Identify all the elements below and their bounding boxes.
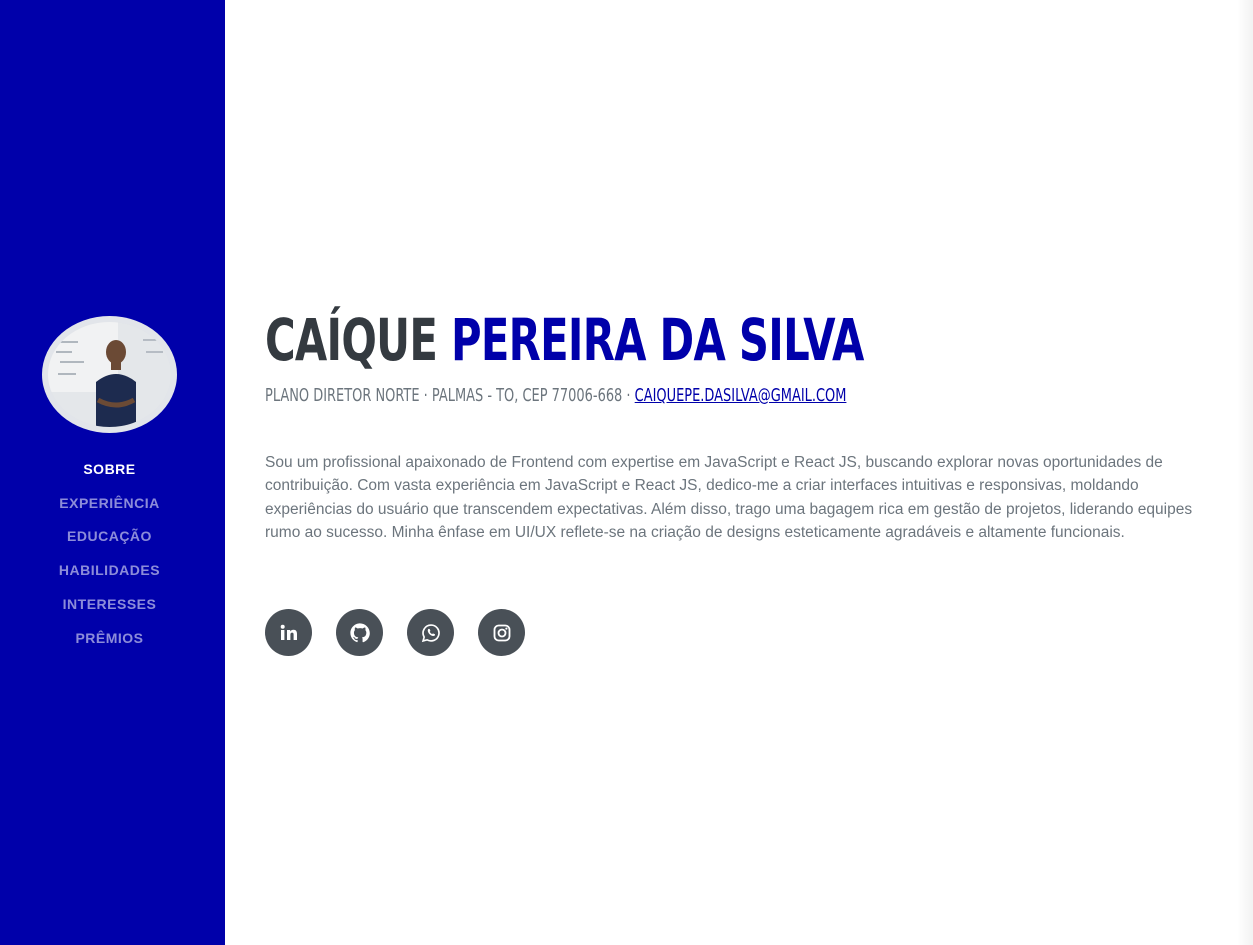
whatsapp-icon [421,623,440,642]
github-icon [349,622,370,642]
nav-item-interesses[interactable]: INTERESSES [0,587,219,621]
nav-item-habilidades[interactable]: HABILIDADES [0,553,219,587]
scrollbar-edge [1237,0,1253,945]
avatar [42,316,177,433]
linkedin-icon [280,624,297,640]
instagram-button[interactable] [478,609,525,656]
address-text: PLANO DIRETOR NORTE · PALMAS - TO, CEP 7… [265,385,631,406]
github-button[interactable] [336,609,383,656]
linkedin-button[interactable] [265,609,312,656]
sidebar: SOBRE EXPERIÊNCIA EDUCAÇÃO HABILIDADES I… [0,0,225,945]
nav-item-sobre[interactable]: SOBRE [0,452,219,486]
email-link[interactable]: CAIQUEPE.DASILVA@GMAIL.COM [635,385,847,406]
first-name: CAÍQUE [265,306,438,374]
instagram-icon [493,624,510,641]
last-name: PEREIRA DA SILVA [450,306,864,374]
bio-text: Sou um profissional apaixonado de Fronte… [265,454,1193,542]
nav-item-premios[interactable]: PRÊMIOS [0,621,219,655]
sidebar-nav: SOBRE EXPERIÊNCIA EDUCAÇÃO HABILIDADES I… [0,452,219,655]
contact-line: PLANO DIRETOR NORTE · PALMAS - TO, CEP 7… [265,383,846,409]
page-title: CAÍQUE PEREIRA DA SILVA [265,300,864,380]
nav-item-experiencia[interactable]: EXPERIÊNCIA [0,486,219,520]
profile-photo [48,322,171,427]
social-icons [265,609,549,656]
nav-item-educacao[interactable]: EDUCAÇÃO [0,520,219,554]
page: SOBRE EXPERIÊNCIA EDUCAÇÃO HABILIDADES I… [0,0,1253,945]
whatsapp-button[interactable] [407,609,454,656]
